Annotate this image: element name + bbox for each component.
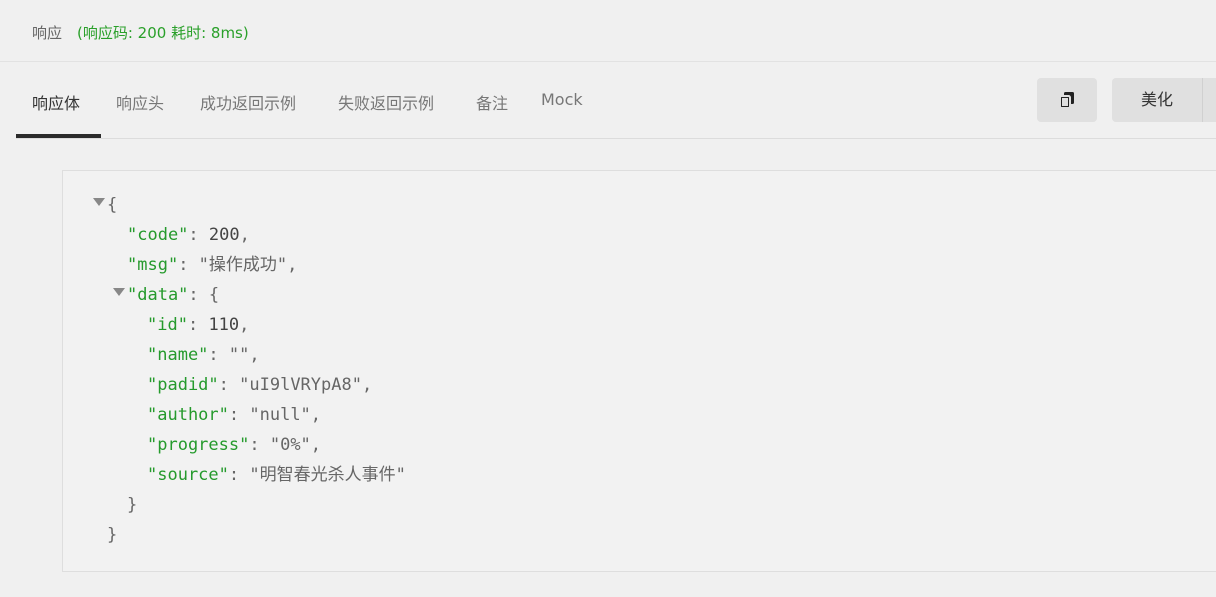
json-line-data: "data": {	[127, 285, 220, 305]
copy-button[interactable]	[1037, 78, 1097, 122]
response-tabs: 响应体 响应头 成功返回示例 失败返回示例 备注 Mock	[16, 62, 1216, 139]
collapse-data-toggle[interactable]	[113, 288, 125, 296]
response-status-bar: 响应 (响应码: 200 耗时: 8ms)	[0, 0, 1216, 62]
json-value: "操作成功"	[198, 255, 288, 275]
json-data-close: }	[127, 495, 138, 515]
json-line-padid: "padid": "uI9lVRYpA8",	[147, 375, 373, 395]
tab-mock[interactable]: Mock	[541, 90, 583, 109]
tab-failure-example[interactable]: 失败返回示例	[338, 90, 434, 114]
json-key: "padid"	[147, 375, 219, 395]
json-key: "author"	[147, 405, 229, 425]
beautify-button[interactable]: 美化	[1112, 78, 1202, 122]
json-viewer: { "code": 200, "msg": "操作成功", "data": { …	[62, 170, 1216, 572]
json-line-source: "source": "明智春光杀人事件"	[147, 465, 406, 485]
toolbar-next-button-edge[interactable]	[1202, 78, 1216, 122]
response-status-detail: (响应码: 200 耗时: 8ms)	[77, 24, 249, 42]
collapse-root-toggle[interactable]	[93, 198, 105, 206]
json-line-name: "name": "",	[147, 345, 260, 365]
json-line-msg: "msg": "操作成功",	[127, 255, 298, 275]
json-key: "progress"	[147, 435, 250, 455]
json-line-author: "author": "null",	[147, 405, 322, 425]
json-line-id: "id": 110,	[147, 315, 250, 335]
json-value: ""	[228, 345, 250, 365]
tab-notes[interactable]: 备注	[476, 90, 508, 114]
json-key: "name"	[147, 345, 209, 365]
json-key: "data"	[127, 285, 189, 305]
tab-success-example[interactable]: 成功返回示例	[200, 90, 296, 114]
json-value: "0%"	[269, 435, 311, 455]
tab-response-body[interactable]: 响应体	[32, 90, 80, 114]
json-root-open: {	[107, 195, 118, 215]
json-key: "id"	[147, 315, 188, 335]
json-key: "code"	[127, 225, 189, 245]
json-line-progress: "progress": "0%",	[147, 435, 322, 455]
json-value: "明智春光杀人事件"	[249, 465, 406, 485]
response-title: 响应	[32, 24, 63, 42]
json-value: 200	[208, 225, 240, 245]
json-value: "null"	[249, 405, 311, 425]
json-value: 110	[208, 315, 240, 335]
json-line-code: "code": 200,	[127, 225, 250, 245]
active-tab-indicator	[16, 134, 101, 138]
json-key: "source"	[147, 465, 229, 485]
json-root-close: }	[107, 525, 118, 545]
json-value: "uI9lVRYpA8"	[239, 375, 362, 395]
copy-icon	[1059, 92, 1074, 109]
json-key: "msg"	[127, 255, 179, 275]
tab-response-headers[interactable]: 响应头	[116, 90, 164, 114]
